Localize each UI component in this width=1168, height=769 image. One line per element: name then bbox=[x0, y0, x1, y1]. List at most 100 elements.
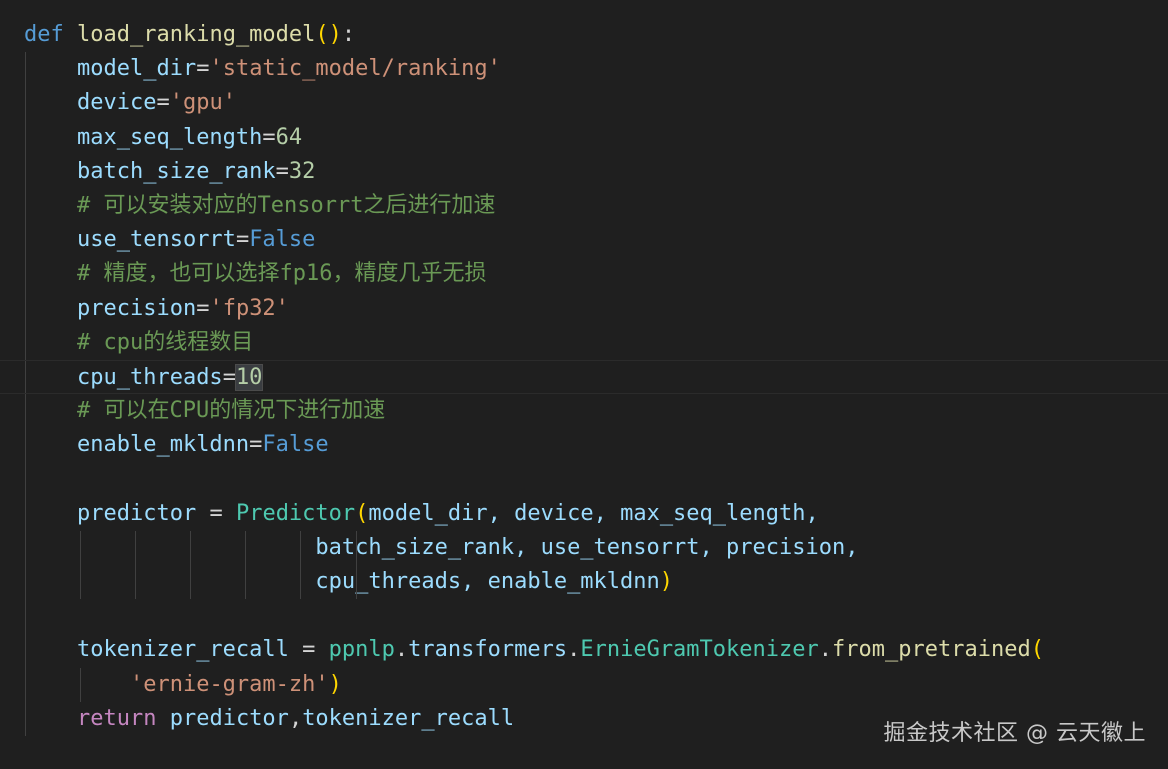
class-name: Predictor bbox=[235, 500, 356, 526]
variable: precision bbox=[76, 295, 197, 321]
indent-guide bbox=[135, 565, 136, 600]
indent-guide bbox=[25, 428, 26, 463]
indent-guide bbox=[80, 565, 81, 600]
variable: predictor bbox=[169, 705, 289, 731]
code-line-6: # 可以安装对应的Tensorrt之后进行加速 bbox=[0, 188, 1168, 224]
indent-guide bbox=[25, 360, 26, 394]
variable: model_dir bbox=[76, 56, 197, 82]
code-line-16: batch_size_rank, use_tensorrt, precision… bbox=[0, 530, 1168, 565]
open-paren: ( bbox=[315, 22, 329, 47]
operator: = bbox=[222, 364, 236, 390]
code-line-4: max_seq_length=64 bbox=[0, 120, 1168, 155]
variable: batch_size_rank bbox=[76, 158, 276, 184]
indent-guide bbox=[190, 565, 191, 600]
indent-guide bbox=[25, 223, 26, 258]
string-literal: 'static_model/ranking' bbox=[209, 56, 501, 82]
boolean-literal: False bbox=[262, 432, 329, 458]
indent-guide bbox=[25, 120, 26, 155]
code-comment: # cpu的线程数目 bbox=[76, 329, 254, 355]
arguments: batch_size_rank, use_tensorrt, precision… bbox=[315, 534, 859, 560]
code-line-7: use_tensorrt=False bbox=[0, 223, 1168, 258]
indent-guide bbox=[25, 154, 26, 189]
code-line-20: 'ernie-gram-zh') bbox=[0, 667, 1168, 702]
method-name: from_pretrained bbox=[832, 637, 1031, 663]
code-line-18 bbox=[0, 599, 1168, 634]
open-paren: ( bbox=[355, 500, 369, 526]
watermark: 掘金技术社区 @ 云天徽上 bbox=[883, 721, 1146, 746]
boolean-literal: False bbox=[249, 227, 316, 253]
variable: use_tensorrt bbox=[76, 227, 236, 253]
code-line-13: enable_mkldnn=False bbox=[0, 428, 1168, 463]
indent-guide bbox=[245, 530, 246, 565]
indent-guide bbox=[25, 530, 26, 565]
close-paren: ) bbox=[659, 569, 674, 594]
indent-guide bbox=[25, 701, 26, 736]
arguments: cpu_threads, enable_mkldnn bbox=[315, 569, 660, 594]
code-line-19: tokenizer_recall = ppnlp.transformers.Er… bbox=[0, 633, 1168, 668]
variable: enable_mkldnn bbox=[76, 432, 250, 458]
code-line-2: model_dir='static_model/ranking' bbox=[0, 52, 1168, 87]
indent-guide bbox=[25, 52, 26, 87]
close-paren: ) bbox=[328, 671, 342, 697]
indent-guide bbox=[245, 565, 246, 600]
string-literal: 'gpu' bbox=[169, 90, 236, 116]
indent-guide bbox=[80, 530, 81, 565]
open-paren: ( bbox=[1030, 637, 1044, 663]
variable: max_seq_length bbox=[76, 124, 263, 150]
variable: tokenizer_recall bbox=[302, 705, 515, 731]
indent-guide bbox=[300, 530, 301, 565]
variable: predictor bbox=[76, 500, 197, 526]
operator: = bbox=[196, 295, 210, 321]
variable: device bbox=[76, 90, 157, 116]
indent-guide bbox=[25, 496, 26, 531]
indent-guide bbox=[80, 667, 81, 702]
code-comment: # 可以在CPU的情况下进行加速 bbox=[76, 398, 386, 424]
code-area[interactable]: def load_ranking_model(): model_dir='sta… bbox=[0, 18, 1168, 736]
code-line-11: cpu_threads=10 bbox=[0, 359, 1168, 395]
code-line-5: batch_size_rank=32 bbox=[0, 154, 1168, 189]
indent-guide bbox=[25, 667, 26, 702]
class-name: ErnieGramTokenizer bbox=[580, 637, 819, 663]
comma: , bbox=[288, 705, 303, 731]
indent-guide bbox=[25, 86, 26, 121]
indent-guide bbox=[190, 530, 191, 565]
return-keyword: return bbox=[76, 705, 157, 731]
arguments: model_dir, device, max_seq_length, bbox=[368, 500, 819, 526]
code-editor[interactable]: def load_ranking_model(): model_dir='sta… bbox=[0, 0, 1168, 769]
operator: = bbox=[288, 637, 329, 663]
attribute: transformers bbox=[408, 637, 568, 663]
dot: . bbox=[394, 637, 409, 663]
code-line-8: # 精度，也可以选择fp16，精度几乎无损 bbox=[0, 257, 1168, 292]
code-comment: # 可以安装对应的Tensorrt之后进行加速 bbox=[76, 192, 496, 218]
close-paren: ) bbox=[328, 22, 342, 47]
def-keyword: def bbox=[24, 22, 64, 47]
indent-guide bbox=[25, 291, 26, 326]
variable: tokenizer_recall bbox=[76, 637, 289, 663]
operator: = bbox=[196, 500, 236, 526]
indent-guide bbox=[25, 565, 26, 600]
code-line-17: cpu_threads, enable_mkldnn) bbox=[0, 565, 1168, 600]
function-name: load_ranking_model bbox=[77, 22, 316, 47]
indent-guide bbox=[356, 530, 357, 565]
module-name: ppnlp bbox=[328, 637, 395, 663]
number-literal: 64 bbox=[275, 124, 303, 150]
operator: = bbox=[235, 227, 250, 253]
operator: = bbox=[156, 90, 170, 116]
number-literal: 32 bbox=[288, 158, 316, 184]
number-literal: 10 bbox=[234, 363, 264, 391]
code-line-1: def load_ranking_model(): bbox=[0, 18, 1168, 52]
operator: = bbox=[262, 124, 276, 150]
code-line-10: # cpu的线程数目 bbox=[0, 325, 1168, 360]
operator: = bbox=[249, 432, 263, 458]
string-literal: 'ernie-gram-zh' bbox=[129, 671, 329, 697]
indent-guide bbox=[25, 257, 26, 292]
colon: : bbox=[341, 22, 356, 47]
indent-guide bbox=[25, 462, 26, 497]
operator: = bbox=[275, 158, 289, 184]
indent-guide bbox=[25, 394, 26, 429]
indent-guide bbox=[25, 188, 26, 224]
dot: . bbox=[567, 637, 581, 663]
indent-guide bbox=[300, 565, 301, 600]
indent-guide bbox=[25, 599, 26, 634]
string-literal: 'fp32' bbox=[209, 295, 289, 321]
